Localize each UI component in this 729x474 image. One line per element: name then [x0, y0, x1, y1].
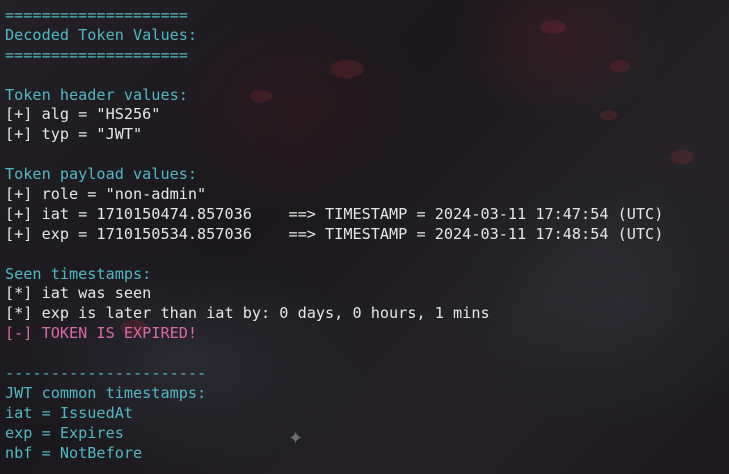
terminal-line: iat = IssuedAt — [5, 403, 134, 422]
terminal-line: ---------------------- — [5, 364, 207, 383]
terminal-line: Token payload values: — [5, 165, 198, 184]
terminal-output: ==================== Decoded Token Values… — [5, 6, 663, 463]
terminal-line: [+] typ = "JWT" — [5, 125, 143, 144]
terminal-line: [*] iat was seen — [5, 284, 152, 303]
terminal-line: Decoded Token Values: — [5, 25, 198, 44]
background-petal — [670, 150, 694, 164]
terminal-line: Seen timestamps: — [5, 264, 152, 283]
terminal-line: nbf = NotBefore — [5, 443, 143, 462]
terminal-line: [*] exp is later than iat by: 0 days, 0 … — [5, 304, 490, 323]
terminal-line: JWT common timestamps: — [5, 383, 207, 402]
terminal-line: [+] role = "non-admin" — [5, 185, 207, 204]
terminal-line: [+] iat = 1710150474.857036 ==> TIMESTAM… — [5, 204, 664, 223]
terminal-window[interactable]: ✦ ==================== Decoded Token Valu… — [0, 0, 729, 474]
terminal-line: ==================== — [5, 6, 188, 24]
terminal-line: Token header values: — [5, 85, 188, 104]
terminal-line: ==================== — [5, 45, 188, 64]
terminal-line: [+] exp = 1710150534.857036 ==> TIMESTAM… — [5, 224, 664, 243]
terminal-line: [+] alg = "HS256" — [5, 105, 161, 124]
terminal-line: exp = Expires — [5, 423, 124, 442]
terminal-line: [-] TOKEN IS EXPIRED! — [5, 324, 198, 343]
